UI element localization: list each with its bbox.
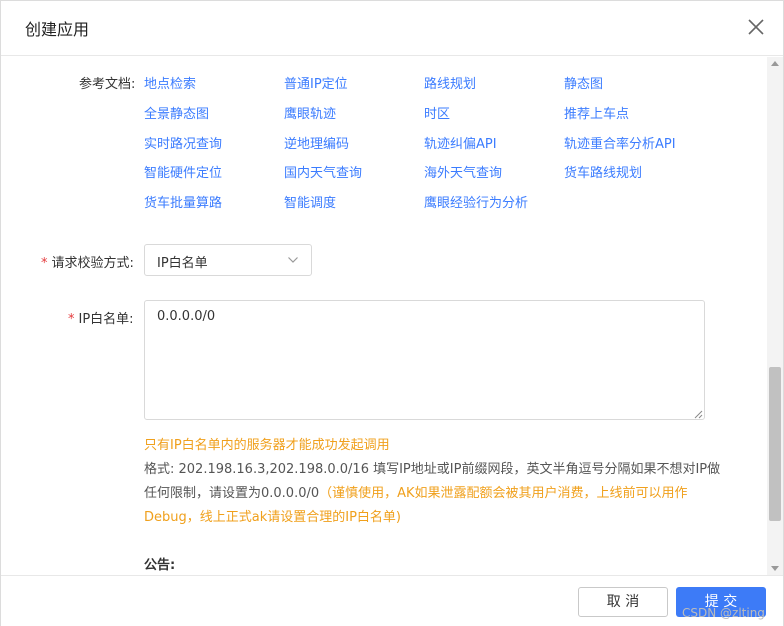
docs-label: 参考文档: (79, 77, 136, 92)
format-hint-line1: 格式: 202.198.16.3,202.198.0.0/16 填写IP地址或I… (144, 462, 721, 477)
dialog-body: 参考文档: 地点检索 普通IP定位 路线规划 静态图 全景静态图 鹰眼轨迹 时区… (1, 57, 766, 575)
create-app-dialog: 创建应用 参考文档: 地点检索 普通IP定位 路线规划 静态图 全景静态图 鹰眼… (0, 0, 784, 626)
ip-whitelist-label-text: IP白名单: (78, 312, 134, 327)
scroll-down-icon[interactable] (771, 566, 779, 571)
scrollbar[interactable] (767, 57, 783, 575)
doc-link[interactable]: 海外天气查询 (424, 162, 502, 181)
doc-link[interactable]: 推荐上车点 (564, 103, 629, 122)
verify-method-value: IP白名单 (157, 256, 208, 271)
doc-link[interactable]: 智能硬件定位 (144, 162, 222, 181)
format-hint-line2: 任何限制，请设置为0.0.0.0/0（谨慎使用，AK如果泄露配额会被其用户消费，… (144, 482, 688, 501)
doc-link[interactable]: 路线规划 (424, 73, 476, 92)
warning-hint-line3: Debug，线上正式ak请设置合理的IP白名单) (144, 510, 401, 525)
watermark: CSDN @zlting (682, 606, 765, 620)
dialog-footer: 取 消 提 交 CSDN @zlting (1, 575, 783, 626)
resize-handle-icon[interactable] (693, 408, 703, 419)
cancel-button[interactable]: 取 消 (578, 587, 668, 617)
doc-link[interactable]: 全景静态图 (144, 103, 209, 122)
doc-link[interactable]: 轨迹纠偏API (424, 133, 497, 152)
doc-link[interactable]: 逆地理编码 (284, 133, 349, 152)
ip-whitelist-label: * IP白名单: (68, 308, 134, 327)
verify-method-label-text: 请求校验方式: (51, 256, 134, 271)
doc-link[interactable]: 鹰眼经验行为分析 (424, 192, 528, 211)
chevron-down-icon (287, 254, 299, 266)
doc-link[interactable]: 国内天气查询 (284, 162, 362, 181)
doc-link[interactable]: 时区 (424, 103, 450, 122)
warning-hint-text: （谨慎使用，AK如果泄露配额会被其用户消费，上线前可以用作 (319, 486, 688, 501)
doc-link[interactable]: 地点检索 (144, 73, 196, 92)
close-icon[interactable] (744, 15, 768, 39)
required-mark: * (41, 256, 48, 271)
doc-link[interactable]: 静态图 (564, 73, 603, 92)
doc-link[interactable]: 货车路线规划 (564, 162, 642, 181)
doc-link[interactable]: 智能调度 (284, 192, 336, 211)
format-hint-text: 任何限制，请设置为0.0.0.0/0 (144, 486, 320, 501)
doc-link[interactable]: 实时路况查询 (144, 133, 222, 152)
required-mark: * (68, 312, 75, 327)
verify-method-label: * 请求校验方式: (41, 252, 134, 271)
ip-whitelist-textarea[interactable]: 0.0.0.0/0 (144, 300, 705, 420)
notice-label: 公告: (144, 558, 176, 573)
verify-method-select[interactable]: IP白名单 (144, 244, 312, 276)
doc-link[interactable]: 货车批量算路 (144, 192, 222, 211)
ip-whitelist-value: 0.0.0.0/0 (157, 309, 216, 324)
dialog-header: 创建应用 (1, 1, 783, 56)
scrollbar-thumb[interactable] (769, 367, 781, 521)
doc-link[interactable]: 鹰眼轨迹 (284, 103, 336, 122)
doc-link[interactable]: 轨迹重合率分析API (564, 133, 676, 152)
dialog-title: 创建应用 (25, 20, 90, 39)
whitelist-hint: 只有IP白名单内的服务器才能成功发起调用 (144, 438, 390, 453)
scroll-up-icon[interactable] (771, 61, 779, 66)
doc-link[interactable]: 普通IP定位 (284, 73, 348, 92)
